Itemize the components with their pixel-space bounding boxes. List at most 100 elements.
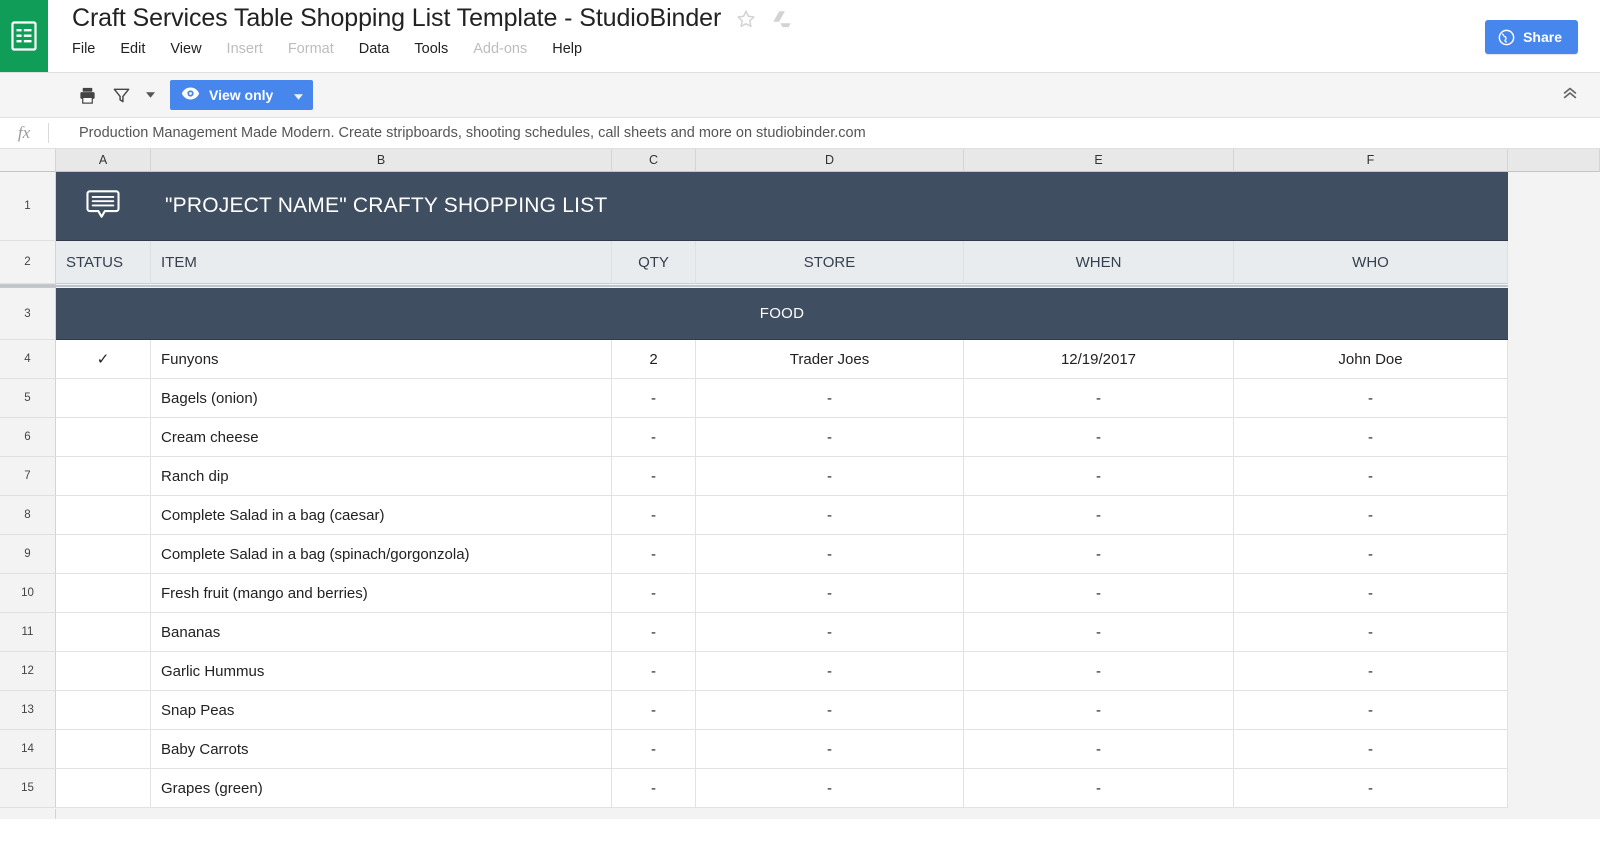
cell-qty[interactable]: - (612, 691, 696, 730)
collapse-toolbar-button[interactable] (1558, 83, 1582, 107)
row-number-4[interactable]: 4 (0, 340, 56, 379)
row-number-8[interactable]: 8 (0, 496, 56, 535)
cell-store[interactable]: - (696, 535, 964, 574)
cell-d2-store[interactable]: STORE (696, 241, 964, 284)
row-number-13[interactable]: 13 (0, 691, 56, 730)
cell-when[interactable]: - (964, 535, 1234, 574)
star-icon[interactable] (735, 8, 757, 30)
cell-when[interactable]: - (964, 769, 1234, 808)
cell-status[interactable] (56, 418, 151, 457)
row-number-6[interactable]: 6 (0, 418, 56, 457)
cell-status[interactable] (56, 457, 151, 496)
cell-qty[interactable]: - (612, 652, 696, 691)
cell-when[interactable]: - (964, 457, 1234, 496)
cell-f2-who[interactable]: WHO (1234, 241, 1508, 284)
select-all-corner[interactable] (0, 149, 56, 172)
column-header-c[interactable]: C (612, 149, 696, 172)
cell-qty[interactable]: - (612, 769, 696, 808)
cell-who[interactable]: - (1234, 457, 1508, 496)
row-number-14[interactable]: 14 (0, 730, 56, 769)
row-number-11[interactable]: 11 (0, 613, 56, 652)
cell-when[interactable]: 12/19/2017 (964, 340, 1234, 379)
cell-who[interactable]: - (1234, 691, 1508, 730)
cell-status[interactable] (56, 574, 151, 613)
cell-item[interactable]: Ranch dip (151, 457, 612, 496)
cell-b2-item[interactable]: ITEM (151, 241, 612, 284)
menu-item-data[interactable]: Data (359, 41, 390, 57)
cell-status[interactable] (56, 379, 151, 418)
cell-who[interactable]: - (1234, 418, 1508, 457)
row-number-15[interactable]: 15 (0, 769, 56, 808)
menu-item-view[interactable]: View (170, 41, 201, 57)
cell-a3-section-food[interactable]: FOOD (56, 288, 1508, 340)
cell-item[interactable]: Garlic Hummus (151, 652, 612, 691)
filter-icon[interactable] (108, 82, 134, 108)
cell-qty[interactable]: - (612, 730, 696, 769)
cell-qty[interactable]: - (612, 613, 696, 652)
column-header-a[interactable]: A (56, 149, 151, 172)
menu-item-file[interactable]: File (72, 41, 95, 57)
cell-a1[interactable] (56, 172, 151, 241)
column-header-f[interactable]: F (1234, 149, 1508, 172)
row-number-10[interactable]: 10 (0, 574, 56, 613)
cell-a2-status[interactable]: STATUS (56, 241, 151, 284)
cell-when[interactable]: - (964, 574, 1234, 613)
page-title[interactable]: Craft Services Table Shopping List Templ… (72, 4, 721, 33)
cell-store[interactable]: - (696, 769, 964, 808)
cell-c2-qty[interactable]: QTY (612, 241, 696, 284)
cell-item[interactable]: Fresh fruit (mango and berries) (151, 574, 612, 613)
cell-status[interactable]: ✓ (56, 340, 151, 379)
cell-who[interactable]: - (1234, 535, 1508, 574)
cell-item[interactable]: Bagels (onion) (151, 379, 612, 418)
cell-e2-when[interactable]: WHEN (964, 241, 1234, 284)
cell-store[interactable]: - (696, 730, 964, 769)
row-number-1[interactable]: 1 (0, 172, 56, 241)
cell-item[interactable]: Bananas (151, 613, 612, 652)
cell-qty[interactable]: - (612, 457, 696, 496)
share-button[interactable]: Share (1485, 20, 1578, 54)
cell-store[interactable]: - (696, 652, 964, 691)
cell-qty[interactable]: - (612, 379, 696, 418)
row-number-3[interactable]: 3 (0, 288, 56, 340)
row-number-9[interactable]: 9 (0, 535, 56, 574)
view-only-chevron-down-icon[interactable] (294, 87, 304, 103)
cell-status[interactable] (56, 730, 151, 769)
cell-item[interactable]: Complete Salad in a bag (spinach/gorgonz… (151, 535, 612, 574)
cell-when[interactable]: - (964, 418, 1234, 457)
cell-qty[interactable]: 2 (612, 340, 696, 379)
cell-store[interactable]: - (696, 574, 964, 613)
cell-store[interactable]: Trader Joes (696, 340, 964, 379)
cell-status[interactable] (56, 496, 151, 535)
cell-item[interactable]: Grapes (green) (151, 769, 612, 808)
cell-item[interactable]: Baby Carrots (151, 730, 612, 769)
cell-who[interactable]: - (1234, 652, 1508, 691)
cell-when[interactable]: - (964, 613, 1234, 652)
row-number-5[interactable]: 5 (0, 379, 56, 418)
cell-item[interactable]: Complete Salad in a bag (caesar) (151, 496, 612, 535)
cell-b1-title[interactable]: "PROJECT NAME" CRAFTY SHOPPING LIST (151, 172, 1508, 241)
cell-who[interactable]: - (1234, 379, 1508, 418)
row-number-2[interactable]: 2 (0, 241, 56, 284)
cell-status[interactable] (56, 613, 151, 652)
column-header-e[interactable]: E (964, 149, 1234, 172)
cell-status[interactable] (56, 691, 151, 730)
print-icon[interactable] (74, 82, 100, 108)
row-number-7[interactable]: 7 (0, 457, 56, 496)
move-to-drive-icon[interactable]: + (771, 8, 793, 30)
menu-item-help[interactable]: Help (552, 41, 582, 57)
cell-who[interactable]: - (1234, 613, 1508, 652)
filter-dropdown-chevron-down-icon[interactable] (142, 82, 158, 108)
menu-item-edit[interactable]: Edit (120, 41, 145, 57)
cell-when[interactable]: - (964, 496, 1234, 535)
cell-qty[interactable]: - (612, 418, 696, 457)
cell-store[interactable]: - (696, 613, 964, 652)
cell-item[interactable]: Cream cheese (151, 418, 612, 457)
cell-store[interactable]: - (696, 496, 964, 535)
cell-who[interactable]: John Doe (1234, 340, 1508, 379)
cell-store[interactable]: - (696, 691, 964, 730)
cell-qty[interactable]: - (612, 574, 696, 613)
cell-when[interactable]: - (964, 652, 1234, 691)
cell-when[interactable]: - (964, 691, 1234, 730)
cell-store[interactable]: - (696, 418, 964, 457)
column-header-b[interactable]: B (151, 149, 612, 172)
